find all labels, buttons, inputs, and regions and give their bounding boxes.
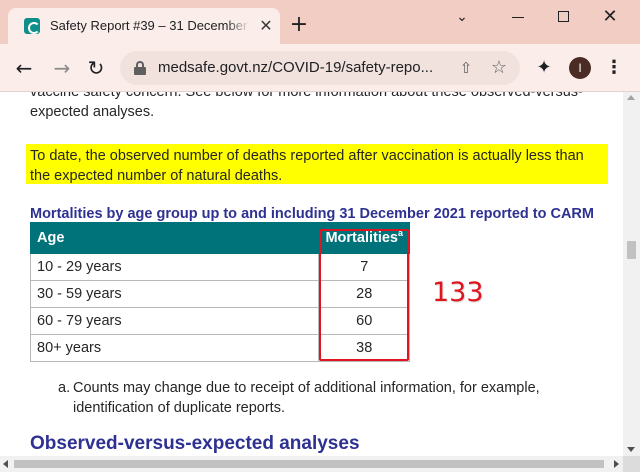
red-highlight-box [319, 229, 409, 361]
scroll-left-arrow-icon[interactable] [3, 460, 8, 468]
medsafe-favicon-icon [24, 18, 40, 34]
forward-button[interactable]: → [50, 56, 74, 80]
vertical-scrollbar[interactable] [623, 92, 640, 456]
highlighted-statement: To date, the observed number of deaths r… [26, 144, 608, 184]
lock-icon[interactable] [134, 61, 146, 75]
scroll-up-arrow-icon[interactable] [627, 95, 635, 100]
age-cell: 60 - 79 years [29, 307, 320, 335]
scroll-right-arrow-icon[interactable] [614, 460, 619, 468]
horizontal-scrollbar[interactable] [0, 456, 623, 472]
address-bar[interactable]: medsafe.govt.nz/COVID-19/safety-repo... … [120, 51, 520, 85]
scroll-down-arrow-icon[interactable] [627, 447, 635, 452]
profile-avatar[interactable]: I [569, 57, 591, 79]
age-cell: 30 - 59 years [29, 280, 320, 308]
intro-paragraph: vaccine safety concern. See below for mo… [30, 92, 583, 120]
highlighted-statement-text: To date, the observed number of deaths r… [30, 148, 584, 184]
extensions-puzzle-icon[interactable]: ✦ [533, 57, 555, 79]
maximize-button[interactable] [548, 6, 578, 28]
horizontal-scroll-thumb[interactable] [14, 460, 604, 468]
section-heading: Observed-versus-expected analyses [30, 433, 360, 454]
maximize-icon [557, 11, 569, 22]
tab-close-icon[interactable]: ✕ [258, 18, 274, 34]
tab-search-chevron-icon[interactable]: ⌄ [447, 6, 477, 28]
url-text[interactable]: medsafe.govt.nz/COVID-19/safety-repo... [158, 59, 448, 76]
table-caption: Mortalities by age group up to and inclu… [30, 206, 594, 222]
total-annotation: 133 [432, 277, 484, 308]
vertical-scroll-thumb[interactable] [627, 241, 636, 259]
footnote-text: Counts may change due to receipt of addi… [73, 380, 540, 416]
footnote-marker: a. [58, 380, 71, 396]
header-age: Age [29, 222, 320, 254]
share-icon[interactable]: ⇧ [457, 59, 475, 77]
close-window-button[interactable]: ✕ [595, 6, 625, 28]
tab-strip: Safety Report #39 – 31 December ✕ + ⌄ ✕ [0, 0, 640, 44]
bookmark-star-icon[interactable]: ☆ [489, 58, 509, 78]
age-cell: 80+ years [29, 334, 320, 362]
page-viewport: vaccine safety concern. See below for mo… [0, 92, 623, 456]
browser-toolbar: ← → ↻ medsafe.govt.nz/COVID-19/safety-re… [0, 44, 640, 92]
minimize-button[interactable] [503, 6, 533, 28]
reload-button[interactable]: ↻ [84, 56, 108, 80]
scrollbar-corner [623, 456, 640, 472]
tab-safety-report[interactable]: Safety Report #39 – 31 December ✕ [8, 8, 280, 44]
age-cell: 10 - 29 years [29, 253, 320, 281]
back-button[interactable]: ← [12, 56, 36, 80]
new-tab-button[interactable]: + [289, 14, 309, 36]
minimize-icon [512, 17, 524, 18]
tab-title: Safety Report #39 – 31 December [50, 18, 250, 33]
browser-menu-icon[interactable]: ⋮ [604, 57, 624, 79]
